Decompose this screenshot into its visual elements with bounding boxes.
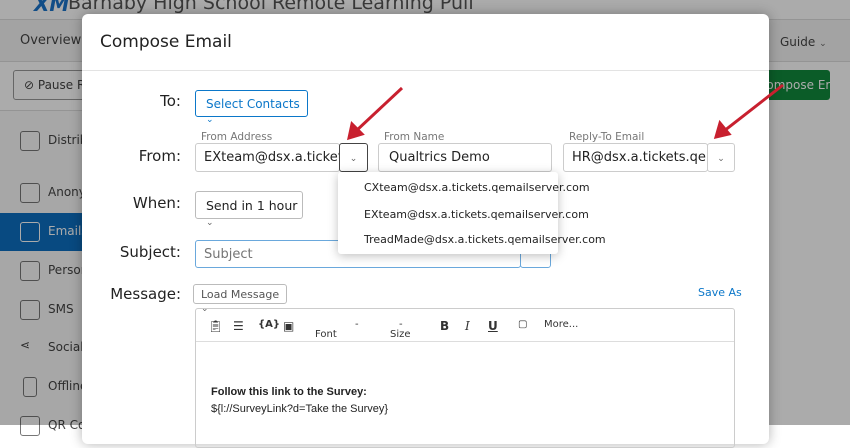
annotation-arrows xyxy=(346,83,784,141)
red-arrow-icon xyxy=(346,86,404,141)
red-arrow-icon xyxy=(713,83,784,140)
